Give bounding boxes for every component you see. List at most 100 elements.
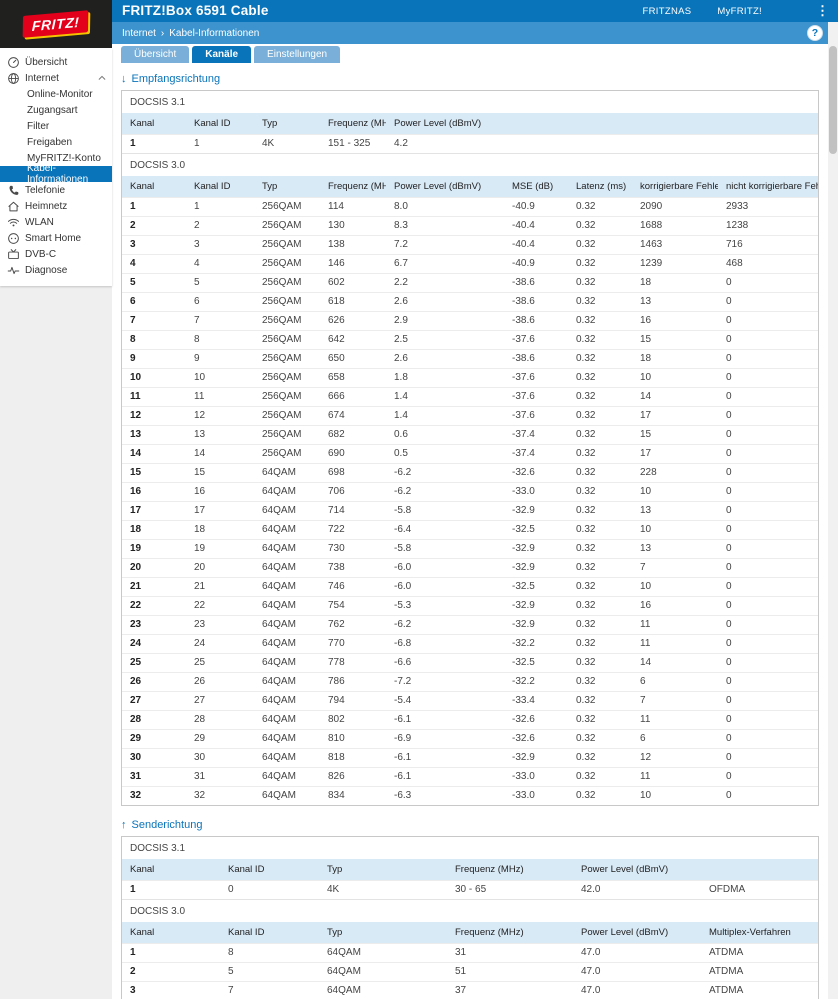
diagnose-pulse-icon [7,264,20,277]
fritznas-link[interactable]: FRITZNAS [643,6,692,17]
help-icon[interactable]: ? [807,25,823,41]
scrollbar-thumb[interactable] [829,46,837,154]
sidebar-subitem-label: Online-Monitor [27,88,93,100]
table-cell: 10 [632,786,718,805]
table-cell: 0 [718,577,818,597]
table-cell: 834 [320,786,386,805]
sidebar-item-freigaben[interactable]: Freigaben [0,134,112,150]
column-header: korrigierbare Fehler [632,176,718,198]
table-cell: 2.6 [386,349,504,369]
table-row: 3 3 256QAM 138 7.2 -40.4 0.32 1463 716 [122,235,818,255]
breadcrumb-separator: › [160,27,165,39]
kebab-menu-icon[interactable]: ⋮ [816,0,829,22]
table-cell: 0 [718,501,818,521]
tab-einstellungen[interactable]: Einstellungen [254,46,341,63]
fritz-logo[interactable]: FRITZ! [0,0,112,48]
table-cell: 64QAM [319,981,447,999]
table-cell: 151 - 325 [320,134,386,153]
column-header: Kanal [122,113,186,135]
sidebar-item-label: Übersicht [25,56,68,68]
table-cell: -33.4 [504,691,568,711]
table-cell: 698 [320,463,386,483]
downstream-section-toggle[interactable]: ↓ Empfangsrichtung [121,73,220,85]
table-cell: -32.9 [504,501,568,521]
table-cell: 826 [320,767,386,787]
sidebar-item-internet[interactable]: Internet [0,70,112,86]
table-cell: 1 [122,880,220,899]
table-cell: 0 [718,615,818,635]
sidebar-item-dvbc[interactable]: DVB-C [0,246,112,262]
table-cell: 13 [632,292,718,312]
table-cell: 0.32 [568,235,632,255]
table-cell: OFDMA [701,880,818,899]
table-cell: -32.9 [504,539,568,559]
table-cell: 17 [632,444,718,464]
table-row: 25 25 64QAM 778 -6.6 -32.5 0.32 14 0 [122,653,818,673]
table-cell: 64QAM [254,577,320,597]
table-cell: 0.32 [568,786,632,805]
table-cell: 0.32 [568,425,632,445]
table-cell: 15 [186,463,254,483]
table-cell: 722 [320,520,386,540]
tab-uebersicht[interactable]: Übersicht [121,46,190,63]
docsis30-upstream-table: Kanal Kanal ID Typ Frequenz (MHz) Power Leve… [122,922,818,999]
sidebar-subitem-label: Kabel-Informationen [27,163,89,185]
sidebar-item-kabel-informationen[interactable]: Kabel-Informationen [0,163,112,185]
table-cell: 5 [220,962,319,982]
table-row: 4 4 256QAM 146 6.7 -40.9 0.32 1239 468 [122,254,818,274]
table-cell: 18 [632,349,718,369]
table-cell: 0.32 [568,254,632,274]
column-header [701,859,818,881]
tab-kanaele[interactable]: Kanäle [192,46,252,63]
column-header: Kanal [122,922,220,944]
table-cell: 0 [718,520,818,540]
sidebar-item-uebersicht[interactable]: Übersicht [0,54,112,70]
table-cell: 0.32 [568,710,632,730]
table-cell: 24 [186,634,254,654]
table-cell: 24 [122,634,186,654]
table-cell: 16 [186,482,254,502]
table-cell: 17 [122,501,186,521]
table-cell: 2.6 [386,292,504,312]
table-cell: 20 [186,558,254,578]
table-cell: 618 [320,292,386,312]
table-cell: 0 [718,330,818,350]
table-cell: 30 - 65 [447,880,573,899]
breadcrumb-section[interactable]: Internet [122,28,156,39]
table-cell: 666 [320,387,386,407]
sidebar-item-online-monitor[interactable]: Online-Monitor [0,86,112,102]
table-cell: 8 [220,943,319,963]
sidebar-item-wlan[interactable]: WLAN [0,214,112,230]
myfritz-link[interactable]: MyFRITZ! [717,6,762,17]
sidebar-item-filter[interactable]: Filter [0,118,112,134]
docsis30-downstream-label: DOCSIS 3.0 [122,153,818,176]
table-cell: 762 [320,615,386,635]
vertical-scrollbar[interactable] [828,22,838,999]
app-title: FRITZ!Box 6591 Cable [122,3,269,18]
table-cell: 0.32 [568,596,632,616]
table-cell: 16 [632,311,718,331]
table-cell: 31 [122,767,186,787]
table-cell: -6.2 [386,615,504,635]
table-row: 11 11 256QAM 666 1.4 -37.6 0.32 14 0 [122,387,818,407]
sidebar-item-smart-home[interactable]: Smart Home [0,230,112,246]
table-cell: 9 [186,349,254,369]
table-cell: 0 [718,786,818,805]
sidebar-item-zugangsart[interactable]: Zugangsart [0,102,112,118]
table-cell: 626 [320,311,386,331]
table-cell: 64QAM [254,767,320,787]
table-row: 1 1 256QAM 114 8.0 -40.9 0.32 2090 2933 [122,197,818,217]
sidebar-item-diagnose[interactable]: Diagnose [0,262,112,278]
table-cell: 794 [320,691,386,711]
table-cell: 146 [320,254,386,274]
table-cell: -37.4 [504,425,568,445]
table-cell: 25 [122,653,186,673]
sidebar-item-heimnetz[interactable]: Heimnetz [0,198,112,214]
table-cell: 32 [186,786,254,805]
table-cell: -6.4 [386,520,504,540]
table-cell: 138 [320,235,386,255]
table-cell: -5.8 [386,501,504,521]
table-cell: 0 [718,710,818,730]
upstream-section-toggle[interactable]: ↑ Senderichtung [121,819,202,831]
table-cell: 47.0 [573,981,701,999]
